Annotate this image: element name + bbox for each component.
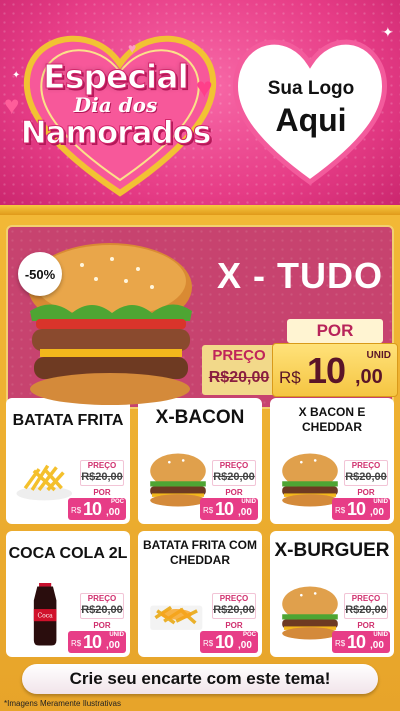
- preco-label: PREÇO: [212, 347, 266, 364]
- old-price-tag: PREÇO R$20,00: [344, 593, 388, 619]
- preco-label: PREÇO: [351, 594, 381, 603]
- price-cents: ,00: [106, 507, 120, 518]
- product-name: X-BACON: [155, 407, 245, 428]
- preco-label: PREÇO: [87, 461, 117, 470]
- preco-label: PREÇO: [351, 461, 381, 470]
- por-label: POR: [80, 620, 124, 631]
- title-line-2: Dia dos: [73, 93, 158, 117]
- currency: R$: [203, 639, 214, 648]
- create-flyer-button[interactable]: Crie seu encarte com este tema!: [22, 664, 378, 694]
- price-cents: ,00: [370, 507, 384, 518]
- gold-divider: [0, 205, 400, 215]
- por-label: POR: [80, 487, 124, 498]
- price-tag: R$ 10 ,00 POC: [68, 498, 126, 520]
- por-label: POR: [344, 620, 388, 631]
- por-label: POR: [212, 487, 256, 498]
- unit-label: UNID: [373, 499, 388, 505]
- product-name: X-BURGUER: [274, 540, 390, 561]
- logo-line-2: Aqui: [275, 102, 347, 138]
- title-line-1: Especial: [43, 57, 190, 96]
- sparkle-icon: ✦: [382, 24, 394, 40]
- preco-label: PREÇO: [219, 461, 249, 470]
- product-card: COCA COLA 2L Coca PREÇO R$20,00 POR R$ 10,00 UN…: [6, 531, 130, 657]
- product-name: BATATA FRITA: [12, 412, 124, 429]
- product-name: BATATA FRITA COM CHEDDAR: [143, 538, 257, 567]
- old-price-tag: PREÇO R$20,00: [80, 460, 124, 486]
- price-integer: 10: [347, 632, 366, 652]
- product-name: COCA COLA 2L: [8, 545, 128, 562]
- unit-label: UNID: [373, 632, 388, 638]
- old-price: R$20,00: [345, 604, 387, 616]
- logo-placeholder: Sua Logo Aqui: [240, 78, 382, 140]
- old-price: R$20,00: [345, 471, 387, 483]
- price-tag: R$ 10 ,00 UNID: [332, 498, 390, 520]
- por-label: POR: [212, 620, 256, 631]
- product-name: X BACON E CHEDDAR: [298, 405, 366, 434]
- title-line-3: Namorados: [20, 115, 212, 151]
- product-card: BATATA FRITA COM CHEDDAR PREÇO R$20,00 POR R…: [138, 531, 262, 657]
- old-price: R$20,00: [213, 471, 255, 483]
- unit-label: UNID: [366, 350, 391, 361]
- old-price-tag: PREÇO R$20,00: [212, 460, 256, 486]
- unit-label: POC: [242, 632, 256, 638]
- featured-product: -50% X - TUDO POR PREÇO R$20,00 R$ 10 ,0…: [6, 225, 398, 409]
- old-price: R$20,00: [81, 604, 123, 616]
- price-integer: 10: [347, 499, 366, 519]
- price-cents: ,00: [106, 640, 120, 651]
- currency: R$: [279, 368, 301, 387]
- currency: R$: [203, 506, 214, 515]
- price-integer: 10: [215, 632, 234, 652]
- logo-line-1: Sua Logo: [267, 78, 355, 99]
- price-integer: 10: [83, 632, 102, 652]
- old-price: R$20,00: [208, 369, 270, 386]
- currency: R$: [71, 506, 82, 515]
- price-cents: ,00: [238, 640, 252, 651]
- unit-label: POC: [110, 499, 124, 505]
- preco-label: PREÇO: [219, 594, 249, 603]
- currency: R$: [335, 639, 346, 648]
- preco-label: PREÇO: [87, 594, 117, 603]
- unit-label: UNID: [109, 632, 124, 638]
- old-price: R$20,00: [213, 604, 255, 616]
- old-price-tag: PREÇO R$20,00: [80, 593, 124, 619]
- product-card: X-BURGUER PREÇO R$20,00 POR R$ 10,00 UNID: [270, 531, 394, 657]
- old-price: R$20,00: [81, 471, 123, 483]
- currency: R$: [71, 639, 82, 648]
- currency: R$: [335, 506, 346, 515]
- price-integer: 10: [215, 499, 234, 519]
- campaign-title: Especial Dia dos Namorados: [8, 57, 223, 151]
- price-box: R$ 10 ,00 UNID: [272, 343, 398, 397]
- product-card: X BACON E CHEDDAR PREÇO R$20,00 POR R$ 10,00 U…: [270, 398, 394, 524]
- por-label: POR: [287, 319, 383, 343]
- price-tag: R$ 10 ,00 UNID: [200, 498, 258, 520]
- product-card: BATATA FRITA PREÇO R$20,00 POR R$ 10,00 POC: [6, 398, 130, 524]
- price-cents: ,00: [370, 640, 384, 651]
- unit-label: UNID: [241, 499, 256, 505]
- price-tag: R$ 10 ,00 POC: [200, 631, 258, 653]
- discount-badge: -50%: [18, 252, 62, 296]
- featured-name: X - TUDO: [217, 255, 383, 296]
- product-card: X-BACON PREÇO R$20,00 POR R$ 10,00 UNID: [138, 398, 262, 524]
- price-tag: R$ 10 ,00 UNID: [332, 631, 390, 653]
- small-heart-icon: ♥: [128, 40, 137, 56]
- price-integer: 10: [83, 499, 102, 519]
- price-cents: ,00: [238, 507, 252, 518]
- price-integer: 10: [307, 350, 346, 391]
- price-cents: ,00: [355, 366, 383, 388]
- header-banner: ✦ ✦ ♥ ♥ ♥ Especial Dia dos Namorados Sua…: [0, 0, 400, 215]
- old-price-tag: PREÇO R$20,00: [212, 593, 256, 619]
- price-tag: R$ 10 ,00 UNID: [68, 631, 126, 653]
- por-label: POR: [344, 487, 388, 498]
- disclaimer-text: *Imagens Meramente Ilustrativas: [4, 699, 121, 708]
- old-price-tag: PREÇO R$20,00: [344, 460, 388, 486]
- old-price-box: PREÇO R$20,00: [202, 345, 276, 395]
- svg-text:Coca: Coca: [37, 613, 53, 620]
